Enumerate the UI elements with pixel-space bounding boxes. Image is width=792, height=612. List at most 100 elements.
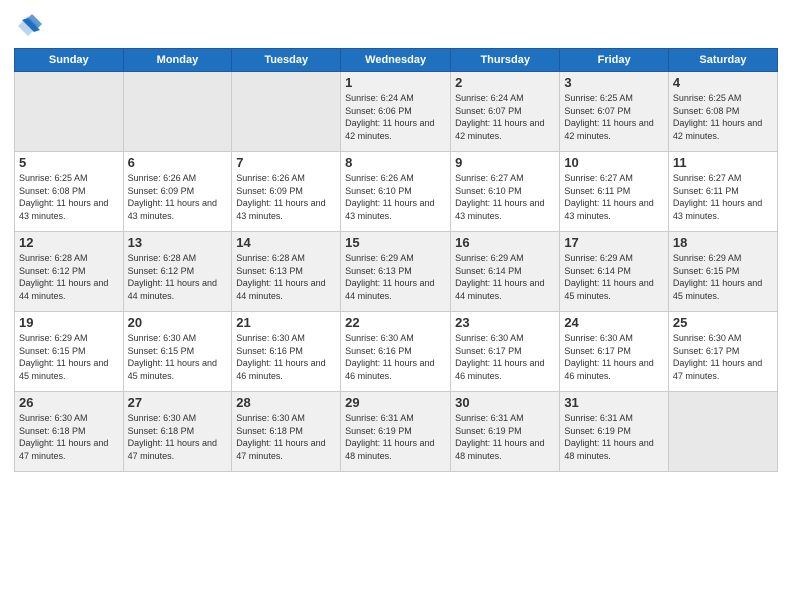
calendar-week-row: 12 Sunrise: 6:28 AMSunset: 6:12 PMDayligh… — [15, 232, 778, 312]
day-info: Sunrise: 6:27 AMSunset: 6:11 PMDaylight:… — [673, 172, 773, 222]
day-info: Sunrise: 6:27 AMSunset: 6:10 PMDaylight:… — [455, 172, 555, 222]
day-info: Sunrise: 6:26 AMSunset: 6:09 PMDaylight:… — [236, 172, 336, 222]
day-number: 8 — [345, 155, 446, 170]
day-number: 18 — [673, 235, 773, 250]
calendar-week-row: 5Sunrise: 6:25 AMSunset: 6:08 PMDaylight… — [15, 152, 778, 232]
calendar-day-cell: 7Sunrise: 6:26 AMSunset: 6:09 PMDaylight… — [232, 152, 341, 232]
day-info: Sunrise: 6:30 AMSunset: 6:16 PMDaylight:… — [345, 332, 446, 382]
calendar-day-cell: 20Sunrise: 6:30 AMSunset: 6:15 PMDayligh… — [123, 312, 232, 392]
day-number: 4 — [673, 75, 773, 90]
day-info: Sunrise: 6:31 AMSunset: 6:19 PMDaylight:… — [345, 412, 446, 462]
weekday-header-row: SundayMondayTuesdayWednesdayThursdayFrid… — [15, 49, 778, 72]
day-number: 31 — [564, 395, 664, 410]
logo-icon — [14, 12, 42, 40]
day-number: 17 — [564, 235, 664, 250]
calendar-day-cell: 19 Sunrise: 6:29 AMSunset: 6:15 PMDayligh… — [15, 312, 124, 392]
calendar-day-cell: 1Sunrise: 6:24 AMSunset: 6:06 PMDaylight… — [341, 72, 451, 152]
calendar-day-cell: 5Sunrise: 6:25 AMSunset: 6:08 PMDaylight… — [15, 152, 124, 232]
day-number: 28 — [236, 395, 336, 410]
calendar-day-cell: 10 Sunrise: 6:27 AMSunset: 6:11 PMDayligh… — [560, 152, 669, 232]
calendar-week-row: 1Sunrise: 6:24 AMSunset: 6:06 PMDaylight… — [15, 72, 778, 152]
calendar-day-cell: 8 Sunrise: 6:26 AMSunset: 6:10 PMDaylight… — [341, 152, 451, 232]
day-number: 16 — [455, 235, 555, 250]
day-number: 13 — [128, 235, 228, 250]
day-number: 11 — [673, 155, 773, 170]
day-number: 15 — [345, 235, 446, 250]
calendar-day-cell: 22 Sunrise: 6:30 AMSunset: 6:16 PMDayligh… — [341, 312, 451, 392]
day-number: 25 — [673, 315, 773, 330]
day-info: Sunrise: 6:31 AMSunset: 6:19 PMDaylight:… — [564, 412, 664, 462]
day-info: Sunrise: 6:30 AMSunset: 6:18 PMDaylight:… — [128, 412, 228, 462]
day-number: 19 — [19, 315, 119, 330]
calendar-day-cell: 11 Sunrise: 6:27 AMSunset: 6:11 PMDayligh… — [668, 152, 777, 232]
day-info: Sunrise: 6:29 AMSunset: 6:13 PMDaylight:… — [345, 252, 446, 302]
day-number: 9 — [455, 155, 555, 170]
day-info: Sunrise: 6:24 AMSunset: 6:07 PMDaylight:… — [455, 92, 555, 142]
calendar-day-cell: 17 Sunrise: 6:29 AMSunset: 6:14 PMDayligh… — [560, 232, 669, 312]
day-info: Sunrise: 6:27 AMSunset: 6:11 PMDaylight:… — [564, 172, 664, 222]
day-number: 23 — [455, 315, 555, 330]
calendar-day-cell: 16 Sunrise: 6:29 AMSunset: 6:14 PMDayligh… — [451, 232, 560, 312]
calendar-day-cell: 23 Sunrise: 6:30 AMSunset: 6:17 PMDayligh… — [451, 312, 560, 392]
day-info: Sunrise: 6:29 AMSunset: 6:14 PMDaylight:… — [455, 252, 555, 302]
day-number: 24 — [564, 315, 664, 330]
day-info: Sunrise: 6:30 AMSunset: 6:16 PMDaylight:… — [236, 332, 336, 382]
calendar-day-cell — [123, 72, 232, 152]
day-info: Sunrise: 6:29 AMSunset: 6:15 PMDaylight:… — [673, 252, 773, 302]
day-info: Sunrise: 6:29 AMSunset: 6:15 PMDaylight:… — [19, 332, 119, 382]
day-number: 6 — [128, 155, 228, 170]
day-info: Sunrise: 6:30 AMSunset: 6:17 PMDaylight:… — [564, 332, 664, 382]
weekday-header: Saturday — [668, 49, 777, 72]
day-number: 3 — [564, 75, 664, 90]
calendar-day-cell: 27 Sunrise: 6:30 AMSunset: 6:18 PMDayligh… — [123, 392, 232, 472]
day-info: Sunrise: 6:28 AMSunset: 6:13 PMDaylight:… — [236, 252, 336, 302]
day-info: Sunrise: 6:26 AMSunset: 6:09 PMDaylight:… — [128, 172, 228, 222]
day-info: Sunrise: 6:31 AMSunset: 6:19 PMDaylight:… — [455, 412, 555, 462]
day-info: Sunrise: 6:26 AMSunset: 6:10 PMDaylight:… — [345, 172, 446, 222]
day-info: Sunrise: 6:30 AMSunset: 6:18 PMDaylight:… — [19, 412, 119, 462]
calendar-day-cell: 4 Sunrise: 6:25 AMSunset: 6:08 PMDaylight… — [668, 72, 777, 152]
calendar-day-cell: 13Sunrise: 6:28 AMSunset: 6:12 PMDayligh… — [123, 232, 232, 312]
calendar-week-row: 26 Sunrise: 6:30 AMSunset: 6:18 PMDayligh… — [15, 392, 778, 472]
calendar-day-cell: 9 Sunrise: 6:27 AMSunset: 6:10 PMDaylight… — [451, 152, 560, 232]
day-number: 1 — [345, 75, 446, 90]
calendar-day-cell: 12 Sunrise: 6:28 AMSunset: 6:12 PMDayligh… — [15, 232, 124, 312]
day-info: Sunrise: 6:25 AMSunset: 6:07 PMDaylight:… — [564, 92, 664, 142]
day-info: Sunrise: 6:28 AMSunset: 6:12 PMDaylight:… — [19, 252, 119, 302]
calendar-day-cell — [232, 72, 341, 152]
day-number: 22 — [345, 315, 446, 330]
header — [14, 12, 778, 40]
weekday-header: Wednesday — [341, 49, 451, 72]
calendar-day-cell: 24 Sunrise: 6:30 AMSunset: 6:17 PMDayligh… — [560, 312, 669, 392]
day-number: 2 — [455, 75, 555, 90]
calendar-day-cell — [668, 392, 777, 472]
page: SundayMondayTuesdayWednesdayThursdayFrid… — [0, 0, 792, 612]
logo — [14, 12, 46, 40]
day-info: Sunrise: 6:30 AMSunset: 6:17 PMDaylight:… — [455, 332, 555, 382]
day-number: 26 — [19, 395, 119, 410]
calendar-day-cell: 3 Sunrise: 6:25 AMSunset: 6:07 PMDaylight… — [560, 72, 669, 152]
calendar-day-cell: 18 Sunrise: 6:29 AMSunset: 6:15 PMDayligh… — [668, 232, 777, 312]
calendar-day-cell: 30Sunrise: 6:31 AMSunset: 6:19 PMDayligh… — [451, 392, 560, 472]
day-number: 21 — [236, 315, 336, 330]
day-info: Sunrise: 6:29 AMSunset: 6:14 PMDaylight:… — [564, 252, 664, 302]
calendar-day-cell — [15, 72, 124, 152]
calendar-table: SundayMondayTuesdayWednesdayThursdayFrid… — [14, 48, 778, 472]
weekday-header: Friday — [560, 49, 669, 72]
calendar-day-cell: 29 Sunrise: 6:31 AMSunset: 6:19 PMDayligh… — [341, 392, 451, 472]
day-info: Sunrise: 6:25 AMSunset: 6:08 PMDaylight:… — [19, 172, 119, 222]
day-number: 27 — [128, 395, 228, 410]
calendar-day-cell: 2 Sunrise: 6:24 AMSunset: 6:07 PMDaylight… — [451, 72, 560, 152]
day-number: 12 — [19, 235, 119, 250]
day-number: 20 — [128, 315, 228, 330]
weekday-header: Sunday — [15, 49, 124, 72]
calendar-day-cell: 28Sunrise: 6:30 AMSunset: 6:18 PMDayligh… — [232, 392, 341, 472]
calendar-day-cell: 26 Sunrise: 6:30 AMSunset: 6:18 PMDayligh… — [15, 392, 124, 472]
calendar-day-cell: 21 Sunrise: 6:30 AMSunset: 6:16 PMDayligh… — [232, 312, 341, 392]
day-number: 29 — [345, 395, 446, 410]
day-number: 10 — [564, 155, 664, 170]
calendar-day-cell: 14Sunrise: 6:28 AMSunset: 6:13 PMDayligh… — [232, 232, 341, 312]
day-info: Sunrise: 6:25 AMSunset: 6:08 PMDaylight:… — [673, 92, 773, 142]
weekday-header: Monday — [123, 49, 232, 72]
calendar-day-cell: 15 Sunrise: 6:29 AMSunset: 6:13 PMDayligh… — [341, 232, 451, 312]
